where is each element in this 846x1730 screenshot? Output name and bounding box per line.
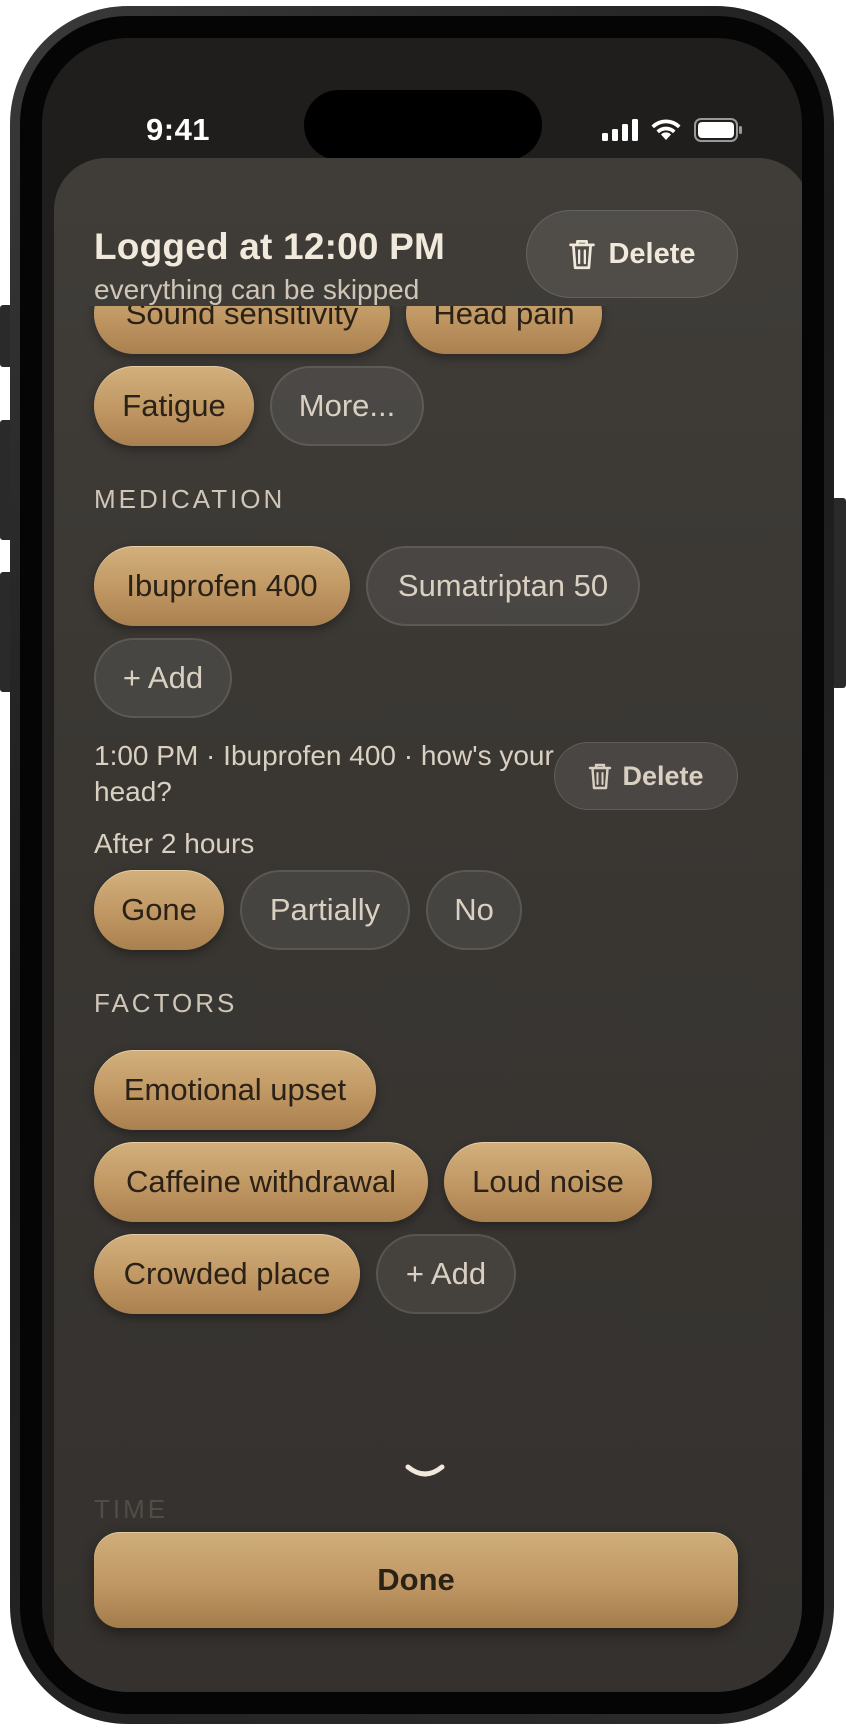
followup-delete-button[interactable]: Delete: [554, 742, 738, 810]
chip-label: + Add: [122, 660, 204, 695]
factors-add-button[interactable]: + Add: [376, 1234, 516, 1314]
symptom-chip-head-pain[interactable]: Head pain: [406, 306, 602, 354]
medication-followup-note: 1:00 PM · Ibuprofen 400 · how's your hea…: [94, 740, 554, 807]
header-title: Logged at 12:00 PM: [94, 226, 446, 267]
symptom-chip-sound-sensitivity[interactable]: Sound sensitivity: [94, 306, 390, 354]
chip-label: Head pain: [433, 306, 575, 331]
chip-label: Partially: [269, 892, 381, 927]
log-entry-sheet: Sound sensitivity Head pain Fatigue More…: [54, 158, 802, 1692]
medication-add-button[interactable]: + Add: [94, 638, 232, 718]
factors-section-label: FACTORS: [94, 988, 238, 1018]
delete-entry-button[interactable]: Delete: [526, 210, 738, 298]
chip-label: More...: [298, 388, 396, 423]
status-time: 9:41: [146, 112, 211, 147]
header-subtitle: everything can be skipped: [94, 274, 420, 305]
relief-option-partially[interactable]: Partially: [240, 870, 410, 950]
after-hours-label: After 2 hours: [94, 828, 255, 859]
factor-chip-emotional-upset[interactable]: Emotional upset: [94, 1050, 376, 1130]
symptoms-more-button[interactable]: More...: [270, 366, 424, 446]
chip-label: Loud noise: [472, 1164, 624, 1199]
power-button: [832, 498, 846, 688]
factor-chip-caffeine-withdrawal[interactable]: Caffeine withdrawal: [94, 1142, 428, 1222]
chip-label: Sound sensitivity: [125, 306, 359, 331]
medication-chip-ibuprofen[interactable]: Ibuprofen 400: [94, 546, 350, 626]
chip-label: Gone: [121, 892, 197, 927]
medication-section-label: MEDICATION: [94, 484, 286, 514]
trash-icon: [589, 763, 612, 790]
relief-option-gone[interactable]: Gone: [94, 870, 224, 950]
chip-label: Crowded place: [123, 1256, 331, 1291]
chip-label: Ibuprofen 400: [126, 568, 318, 603]
trash-icon: [569, 240, 596, 270]
factor-chip-loud-noise[interactable]: Loud noise: [444, 1142, 652, 1222]
dynamic-island: [304, 90, 542, 160]
delete-label: Delete: [622, 760, 704, 791]
device-frame: 9:41 Sound sensitivity Head pain Fatigue…: [0, 0, 846, 1730]
chip-label: Sumatriptan 50: [397, 568, 609, 603]
medication-chip-sumatriptan[interactable]: Sumatriptan 50: [366, 546, 640, 626]
factor-chip-crowded-place[interactable]: Crowded place: [94, 1234, 360, 1314]
done-label: Done: [377, 1562, 455, 1597]
chip-label: No: [454, 892, 494, 927]
phone-body: 9:41 Sound sensitivity Head pain Fatigue…: [10, 6, 834, 1724]
chip-label: Fatigue: [122, 388, 226, 423]
chevron-down-icon[interactable]: [404, 1463, 446, 1481]
symptom-chip-fatigue[interactable]: Fatigue: [94, 366, 254, 446]
done-button[interactable]: Done: [94, 1532, 738, 1628]
time-section-label: TIME: [94, 1494, 169, 1524]
phone-bezel: 9:41 Sound sensitivity Head pain Fatigue…: [20, 16, 824, 1714]
chip-label: Caffeine withdrawal: [126, 1164, 396, 1199]
chip-label: Emotional upset: [123, 1072, 347, 1107]
status-icons: [602, 118, 744, 142]
relief-option-no[interactable]: No: [426, 870, 522, 950]
scroll-content[interactable]: Sound sensitivity Head pain Fatigue More…: [54, 306, 802, 1476]
cellular-signal-icon: [602, 119, 638, 141]
wifi-icon: [651, 119, 681, 140]
delete-label: Delete: [608, 237, 696, 270]
chip-label: + Add: [405, 1256, 487, 1291]
screen: 9:41 Sound sensitivity Head pain Fatigue…: [42, 38, 802, 1692]
battery-icon: [694, 118, 742, 142]
